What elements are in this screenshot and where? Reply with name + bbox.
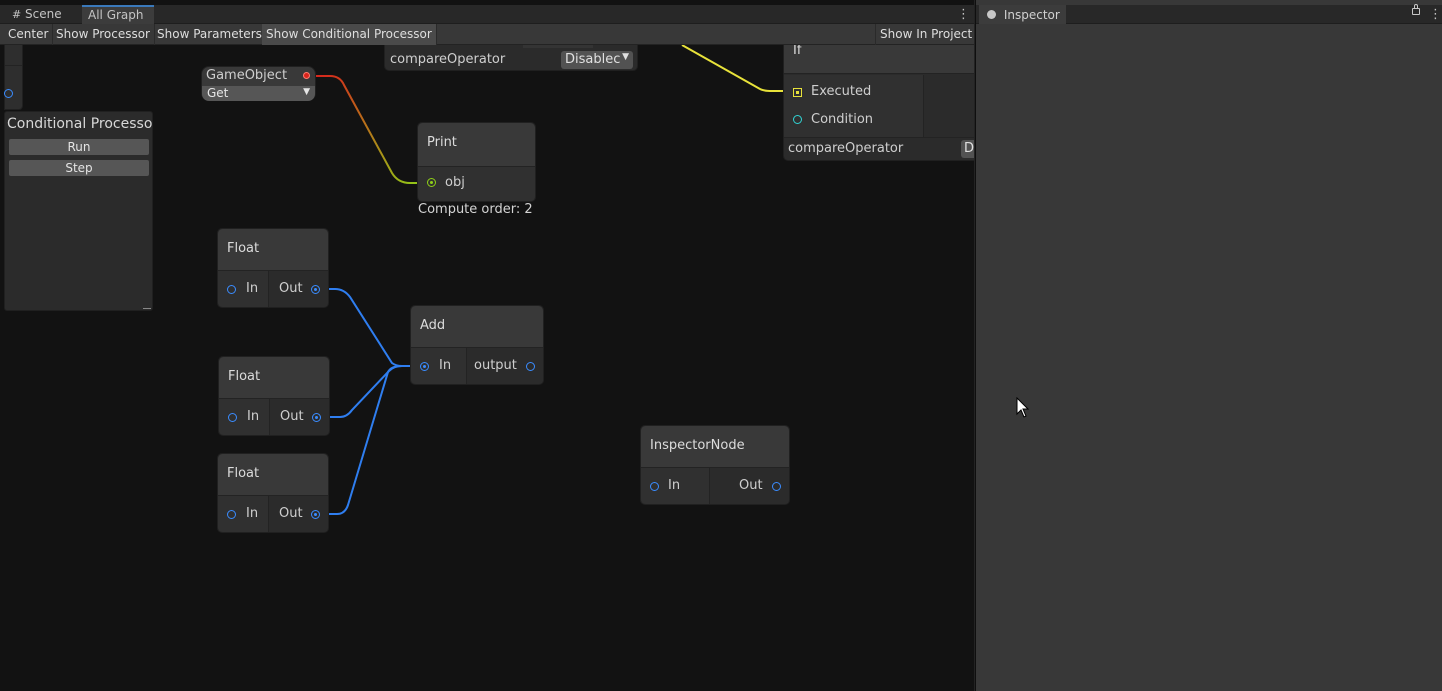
if-compare-operator-value: D — [964, 141, 975, 156]
float-node-2[interactable]: Float In Out — [218, 356, 330, 436]
conditional-processor-title: Conditional Processo — [7, 116, 153, 132]
gameobject-mode-dropdown[interactable]: Get ▼ — [202, 86, 315, 101]
if-condition-label: Condition — [811, 112, 874, 127]
float-2-title: Float — [219, 357, 329, 399]
inspector-tabbar: Inspector ⋮ — [976, 4, 1442, 24]
if-title: If — [793, 45, 802, 58]
print-node[interactable]: Print obj — [417, 122, 536, 202]
add-output-label: output — [474, 358, 517, 373]
print-compute-order: Compute order: 2 — [418, 202, 533, 217]
graph-canvas[interactable]: compareOperator Disablec ▼ GameObject Ge… — [0, 45, 975, 691]
float-1-title: Float — [218, 229, 328, 271]
print-obj-label: obj — [445, 175, 465, 190]
tab-scene[interactable]: # Scene — [6, 5, 68, 24]
compare-operator-dropdown[interactable]: Disablec ▼ — [561, 51, 633, 69]
chevron-down-icon: ▼ — [622, 52, 629, 62]
grid-icon: # — [12, 8, 22, 21]
gameobject-title: GameObject — [206, 68, 288, 83]
tab-scene-label: Scene — [25, 7, 62, 21]
graph-toolbar: Center Show Processor Show Parameters Sh… — [0, 24, 974, 45]
if-compare-operator-dropdown[interactable]: D — [961, 140, 975, 158]
float-1-in-label: In — [246, 281, 259, 296]
compare-operator-label: compareOperator — [390, 52, 506, 67]
show-conditional-processor-button[interactable]: Show Conditional Processor — [262, 24, 437, 45]
float-1-out-port[interactable] — [311, 285, 320, 294]
show-in-project-button[interactable]: Show In Project — [875, 24, 974, 45]
gameobject-parameter-node[interactable]: GameObject Get ▼ — [201, 66, 316, 101]
inspector-window: Inspector ⋮ — [976, 0, 1442, 691]
edge-float1-to-add — [319, 288, 421, 367]
resize-handle-icon[interactable] — [143, 308, 151, 309]
print-obj-port[interactable] — [427, 178, 436, 187]
graph-window: # Scene All Graph ⋮ Center Show Processo… — [0, 0, 975, 691]
float-3-in-label: In — [246, 506, 259, 521]
show-parameters-button[interactable]: Show Parameters — [153, 24, 267, 45]
inspector-node-out-port[interactable] — [772, 482, 781, 491]
inspector-node-in-label: In — [668, 478, 681, 493]
if-compare-operator-label: compareOperator — [788, 141, 904, 156]
edge-float3-to-add — [319, 365, 403, 515]
tab-all-graph[interactable]: All Graph — [82, 5, 154, 24]
conditional-processor-node[interactable]: Conditional Processo Run Step — [4, 111, 153, 311]
float-node-3[interactable]: Float In Out — [217, 453, 329, 533]
float-1-in-port[interactable] — [227, 285, 236, 294]
float-node-1[interactable]: Float In Out — [217, 228, 329, 308]
partial-node-port[interactable] — [4, 89, 13, 98]
center-button[interactable]: Center — [4, 24, 54, 45]
edge-exec-to-if — [681, 45, 793, 92]
if-executed-label: Executed — [811, 84, 872, 99]
tab-all-graph-label: All Graph — [88, 8, 144, 22]
run-button[interactable]: Run — [9, 139, 149, 155]
if-node[interactable]: If Executed Condition compareOperator D — [783, 45, 975, 161]
inspector-node-title: InspectorNode — [641, 426, 789, 468]
float-1-out-label: Out — [279, 281, 303, 296]
inspector-more-options-icon[interactable]: ⋮ — [1429, 5, 1442, 24]
float-2-out-port[interactable] — [312, 413, 321, 422]
add-title: Add — [411, 306, 543, 348]
print-title: Print — [418, 123, 535, 167]
float-2-in-label: In — [247, 409, 260, 424]
float-3-title: Float — [218, 454, 328, 496]
gameobject-mode-value: Get — [207, 86, 229, 100]
compare-operator-node-top[interactable]: compareOperator Disablec ▼ — [384, 45, 638, 71]
float-2-out-label: Out — [280, 409, 304, 424]
gameobject-output-port[interactable] — [303, 72, 310, 79]
compare-operator-value: Disablec — [565, 52, 621, 67]
float-3-in-port[interactable] — [227, 510, 236, 519]
lock-icon[interactable] — [1412, 4, 1420, 15]
float-3-out-port[interactable] — [311, 510, 320, 519]
add-in-label: In — [439, 358, 452, 373]
step-button[interactable]: Step — [9, 160, 149, 176]
float-3-out-label: Out — [279, 506, 303, 521]
show-processor-button[interactable]: Show Processor — [52, 24, 155, 45]
add-in-port[interactable] — [420, 362, 429, 371]
mouse-cursor-icon — [1016, 397, 1030, 418]
edge-float2-to-add — [320, 365, 403, 418]
inspector-node[interactable]: InspectorNode In Out — [640, 425, 790, 505]
inspector-node-out-label: Out — [739, 478, 763, 493]
tab-inspector[interactable]: Inspector — [979, 5, 1066, 24]
if-executed-port[interactable] — [793, 88, 802, 97]
more-options-icon[interactable]: ⋮ — [957, 5, 970, 24]
tab-inspector-label: Inspector — [1003, 8, 1060, 22]
partial-node-left[interactable] — [4, 45, 23, 110]
edge-gameobject-to-print — [311, 75, 427, 184]
float-2-in-port[interactable] — [228, 413, 237, 422]
if-condition-port[interactable] — [793, 115, 802, 124]
inspector-node-in-port[interactable] — [650, 482, 659, 491]
info-icon — [987, 10, 996, 19]
chevron-down-icon: ▼ — [303, 87, 310, 97]
add-output-port[interactable] — [526, 362, 535, 371]
add-node[interactable]: Add In output — [410, 305, 544, 385]
graph-window-tabbar: # Scene All Graph ⋮ — [0, 5, 974, 24]
